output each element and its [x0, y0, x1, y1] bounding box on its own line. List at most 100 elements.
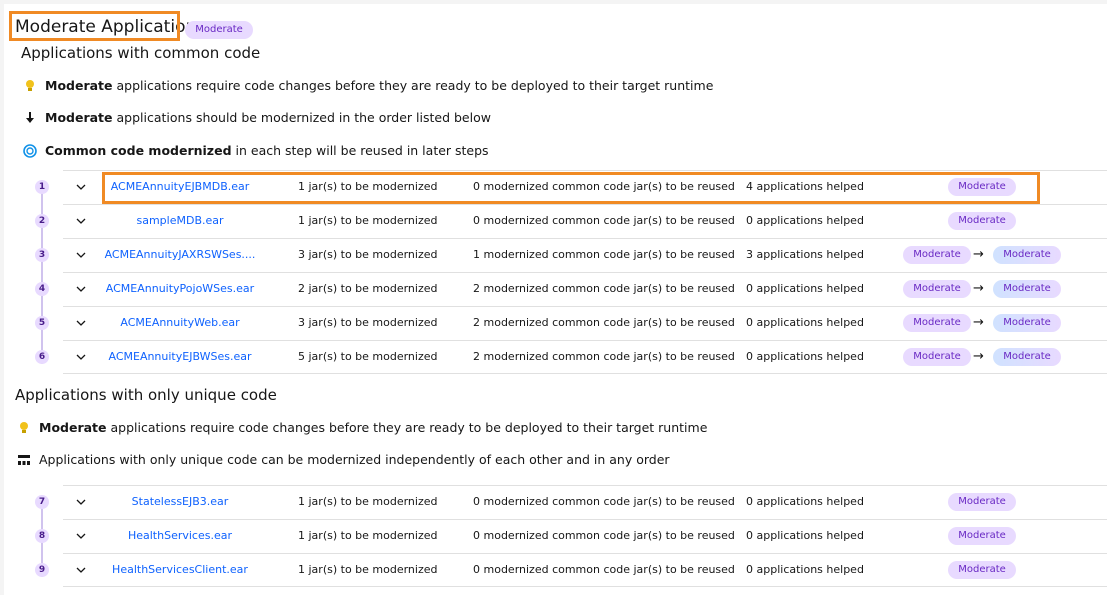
chevron-down-icon[interactable]	[75, 530, 87, 542]
complexity-tag-before: Moderate	[903, 280, 971, 298]
section-heading-common: Applications with common code	[21, 44, 261, 62]
top-divider	[0, 0, 1107, 4]
lightbulb-icon	[17, 421, 31, 435]
complexity-tag: Moderate	[948, 178, 1016, 196]
app-link[interactable]: ACMEAnnuityEJBWSes.ear	[103, 349, 257, 365]
note-bold: Moderate	[45, 78, 113, 93]
complexity-tag: Moderate	[948, 561, 1016, 579]
section-heading-unique: Applications with only unique code	[15, 386, 277, 404]
note-bold: Common code modernized	[45, 143, 232, 158]
step-number: 3	[35, 248, 49, 262]
apps-helped: 0 applications helped	[746, 350, 864, 363]
complexity-tag-before: Moderate	[903, 348, 971, 366]
chevron-down-icon[interactable]	[75, 496, 87, 508]
table-row[interactable]: ACMEAnnuityEJBWSes.ear 5 jar(s) to be mo…	[63, 340, 1107, 374]
common-jars-count: 0 modernized common code jar(s) to be re…	[473, 563, 735, 576]
complexity-tag: Moderate	[948, 527, 1016, 545]
apps-helped: 0 applications helped	[746, 282, 864, 295]
step-number: 7	[35, 495, 49, 509]
note-common-3: Common code modernized in each step will…	[23, 142, 489, 160]
chevron-down-icon[interactable]	[75, 215, 87, 227]
complexity-tag-after: Moderate	[993, 314, 1061, 332]
app-link[interactable]: sampleMDB.ear	[103, 213, 257, 229]
app-link[interactable]: ACMEAnnuityEJBMDB.ear	[103, 179, 257, 195]
arrow-right-icon: →	[973, 247, 984, 262]
chevron-down-icon[interactable]	[75, 283, 87, 295]
complexity-tag: Moderate	[948, 212, 1016, 230]
note-unique-2: Applications with only unique code can b…	[17, 451, 670, 469]
jars-count: 3 jar(s) to be modernized	[298, 316, 438, 329]
app-link[interactable]: HealthServices.ear	[103, 528, 257, 544]
complexity-badge: Moderate	[185, 21, 253, 39]
apps-helped: 0 applications helped	[746, 529, 864, 542]
step-number: 4	[35, 282, 49, 296]
note-bold: Moderate	[39, 420, 107, 435]
step-number: 2	[35, 214, 49, 228]
arrow-right-icon: →	[973, 349, 984, 364]
chevron-down-icon[interactable]	[75, 181, 87, 193]
common-jars-count: 0 modernized common code jar(s) to be re…	[473, 214, 735, 227]
complexity-tag-before: Moderate	[903, 246, 971, 264]
jars-count: 1 jar(s) to be modernized	[298, 214, 438, 227]
table-row[interactable]: HealthServices.ear 1 jar(s) to be modern…	[63, 519, 1107, 553]
step-number: 1	[35, 180, 49, 194]
step-number: 5	[35, 316, 49, 330]
apps-helped: 0 applications helped	[746, 214, 864, 227]
step-number: 8	[35, 529, 49, 543]
table-row[interactable]: HealthServicesClient.ear 1 jar(s) to be …	[63, 553, 1107, 587]
lightbulb-icon	[23, 79, 37, 93]
left-divider	[0, 0, 4, 595]
chevron-down-icon[interactable]	[75, 351, 87, 363]
chevron-down-icon[interactable]	[75, 249, 87, 261]
table-row[interactable]: ACMEAnnuityPojoWSes.ear 2 jar(s) to be m…	[63, 272, 1107, 306]
jars-count: 1 jar(s) to be modernized	[298, 529, 438, 542]
step-number: 9	[35, 563, 49, 577]
chevron-down-icon[interactable]	[75, 317, 87, 329]
complexity-tag: Moderate	[948, 493, 1016, 511]
complexity-tag-after: Moderate	[993, 246, 1061, 264]
order-icon	[17, 453, 31, 467]
jars-count: 1 jar(s) to be modernized	[298, 563, 438, 576]
apps-helped: 0 applications helped	[746, 495, 864, 508]
app-link[interactable]: HealthServicesClient.ear	[103, 562, 257, 578]
table-row[interactable]: ACMEAnnuityJAXRSWSes.... 3 jar(s) to be …	[63, 238, 1107, 272]
apps-helped: 0 applications helped	[746, 563, 864, 576]
note-common-2: Moderate applications should be moderniz…	[23, 109, 491, 127]
complexity-tag-after: Moderate	[993, 348, 1061, 366]
common-jars-count: 2 modernized common code jar(s) to be re…	[473, 316, 735, 329]
table-row[interactable]: ACMEAnnuityEJBMDB.ear 1 jar(s) to be mod…	[63, 170, 1107, 204]
table-row[interactable]: ACMEAnnuityWeb.ear 3 jar(s) to be modern…	[63, 306, 1107, 340]
common-jars-count: 1 modernized common code jar(s) to be re…	[473, 248, 735, 261]
app-link[interactable]: StatelessEJB3.ear	[103, 494, 257, 510]
note-text: applications require code changes before…	[110, 420, 708, 435]
jars-count: 1 jar(s) to be modernized	[298, 495, 438, 508]
apps-helped: 4 applications helped	[746, 180, 864, 193]
note-text: applications require code changes before…	[116, 78, 714, 93]
chevron-down-icon[interactable]	[75, 564, 87, 576]
reuse-icon	[23, 144, 37, 158]
note-text: applications should be modernized in the…	[116, 110, 491, 125]
jars-count: 5 jar(s) to be modernized	[298, 350, 438, 363]
note-bold: Moderate	[45, 110, 113, 125]
app-link[interactable]: ACMEAnnuityWeb.ear	[103, 315, 257, 331]
note-unique-1: Moderate applications require code chang…	[17, 419, 707, 437]
table-row[interactable]: sampleMDB.ear 1 jar(s) to be modernized …	[63, 204, 1107, 238]
app-link[interactable]: ACMEAnnuityPojoWSes.ear	[103, 281, 257, 297]
step-number: 6	[35, 350, 49, 364]
table-row[interactable]: StatelessEJB3.ear 1 jar(s) to be moderni…	[63, 485, 1107, 519]
arrow-right-icon: →	[973, 281, 984, 296]
app-link[interactable]: ACMEAnnuityJAXRSWSes....	[103, 247, 257, 263]
title-highlight	[9, 11, 180, 41]
apps-helped: 3 applications helped	[746, 248, 864, 261]
common-jars-count: 2 modernized common code jar(s) to be re…	[473, 350, 735, 363]
common-jars-count: 0 modernized common code jar(s) to be re…	[473, 180, 735, 193]
arrow-right-icon: →	[973, 315, 984, 330]
jars-count: 1 jar(s) to be modernized	[298, 180, 438, 193]
common-jars-count: 0 modernized common code jar(s) to be re…	[473, 529, 735, 542]
apps-helped: 0 applications helped	[746, 316, 864, 329]
note-common-1: Moderate applications require code chang…	[23, 77, 713, 95]
note-text: in each step will be reused in later ste…	[235, 143, 489, 158]
jars-count: 3 jar(s) to be modernized	[298, 248, 438, 261]
common-jars-count: 0 modernized common code jar(s) to be re…	[473, 495, 735, 508]
common-jars-count: 2 modernized common code jar(s) to be re…	[473, 282, 735, 295]
